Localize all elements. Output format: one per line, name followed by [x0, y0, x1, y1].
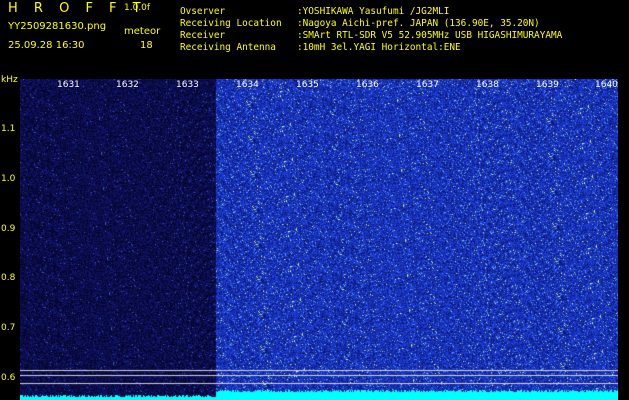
info-key: Ovserver	[180, 6, 226, 17]
info-key: Receiving Location	[180, 18, 282, 29]
y-tick-label: 0.6	[1, 373, 16, 383]
info-value: :Nagoya Aichi-pref. JAPAN (136.90E, 35.2…	[297, 18, 540, 29]
info-value: :YOSHIKAWA Yasufumi /JG2MLI	[297, 6, 450, 17]
x-tick-label: 1635	[296, 80, 319, 90]
info-value: :10mH 3el.YAGI Horizontal:ENE	[297, 42, 461, 53]
y-tick-label: 0.9	[1, 224, 16, 234]
meteor-count: 18	[140, 40, 153, 51]
mode-label: meteor	[124, 26, 161, 37]
x-tick-label: 1637	[416, 80, 439, 90]
x-tick-label: 1638	[476, 80, 499, 90]
info-key: Receiving Antenna	[180, 42, 276, 53]
app-version: 1.0.0f	[124, 3, 151, 13]
info-value: :SMArt RTL-SDR V5 52.905MHz USB HIGASHIM…	[297, 30, 563, 41]
x-tick-label: 1636	[356, 80, 379, 90]
image-file-name: YY2509281630.png	[8, 21, 107, 32]
x-tick-label: 1634	[236, 80, 259, 90]
y-tick-label: 1.0	[1, 174, 16, 184]
info-row-observer: Ovserver :YOSHIKAWA Yasufumi /JG2MLI	[180, 6, 450, 17]
info-row-receiver: Receiver :SMArt RTL-SDR V5 52.905MHz USB …	[180, 30, 563, 41]
y-tick-label: 0.8	[1, 273, 16, 283]
x-tick-label: 1631	[57, 80, 80, 90]
x-tick-label: 1639	[536, 80, 559, 90]
y-tick-label: 0.7	[1, 323, 16, 333]
y-tick-label: 1.1	[1, 124, 16, 134]
x-tick-label: 1632	[116, 80, 139, 90]
x-tick-label: 1640	[595, 80, 618, 90]
info-row-location: Receiving Location :Nagoya Aichi-pref. JA…	[180, 18, 540, 29]
info-key: Receiver	[180, 30, 226, 41]
y-axis-unit: kHz	[1, 75, 18, 85]
x-tick-label: 1633	[176, 80, 199, 90]
spectrogram-canvas	[20, 79, 618, 400]
spectrogram	[20, 79, 618, 400]
info-row-antenna: Receiving Antenna :10mH 3el.YAGI Horizont…	[180, 42, 461, 53]
timestamp: 25.09.28 16:30	[8, 40, 85, 51]
